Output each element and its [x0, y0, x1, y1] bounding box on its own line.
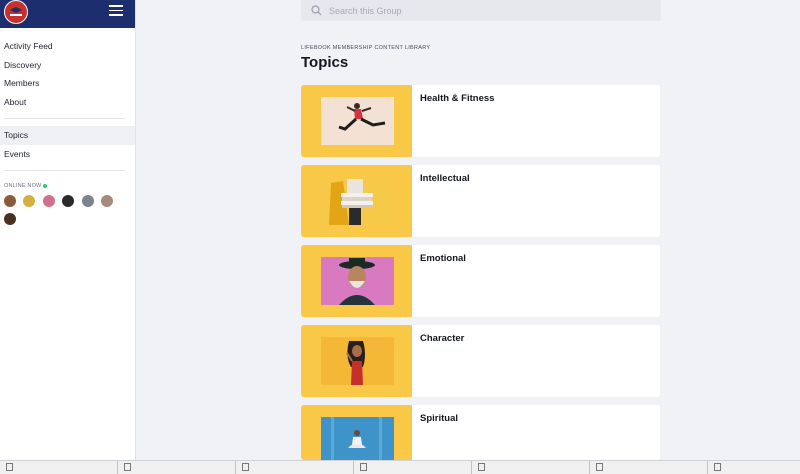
sidebar-nav-secondary: Topics Events	[0, 126, 135, 163]
taskbar-item[interactable]	[472, 461, 590, 474]
taskbar-item[interactable]	[354, 461, 472, 474]
topic-card-intellectual[interactable]: Intellectual	[301, 165, 660, 237]
sidebar-divider	[4, 118, 125, 119]
topic-title: Character	[420, 333, 465, 344]
topic-title: Emotional	[420, 253, 466, 264]
sidebar-item-activity-feed[interactable]: Activity Feed	[0, 37, 135, 56]
document-icon	[478, 462, 485, 471]
online-now-text: ONLINE NOW	[4, 183, 42, 189]
search-icon	[311, 5, 322, 16]
topic-card-emotional[interactable]: Emotional	[301, 245, 660, 317]
avatar[interactable]	[4, 195, 16, 207]
taskbar-item[interactable]	[118, 461, 236, 474]
sidebar-nav-primary: Activity Feed Discovery Members About	[0, 37, 135, 111]
taskbar-item[interactable]	[590, 461, 708, 474]
document-icon	[596, 462, 603, 471]
document-icon	[714, 462, 721, 471]
sidebar-item-discovery[interactable]: Discovery	[0, 56, 135, 75]
sidebar-item-events[interactable]: Events	[0, 145, 135, 164]
document-icon	[6, 462, 13, 471]
sidebar-item-topics[interactable]: Topics	[0, 126, 135, 145]
taskbar-item[interactable]	[236, 461, 354, 474]
avatar[interactable]	[4, 213, 16, 225]
document-icon	[360, 462, 367, 471]
topic-card-spiritual[interactable]: Spiritual	[301, 405, 660, 460]
topic-thumbnail	[301, 85, 412, 157]
topic-photo-spiritual	[321, 417, 394, 460]
topic-photo-intellectual	[321, 177, 394, 225]
avatar[interactable]	[62, 195, 75, 207]
topic-thumbnail	[301, 405, 412, 460]
topic-photo-emotional	[321, 257, 394, 305]
topic-card-character[interactable]: Character	[301, 325, 660, 397]
browser-taskbar	[0, 460, 800, 474]
library-eyebrow: LIFEBOOK MEMBERSHIP CONTENT LIBRARY	[301, 45, 431, 51]
sidebar-header	[0, 0, 135, 28]
page-title: Topics	[301, 54, 349, 71]
group-logo[interactable]	[4, 0, 28, 24]
topic-thumbnail	[301, 165, 412, 237]
hamburger-menu-icon[interactable]	[109, 5, 123, 19]
topic-title: Health & Fitness	[420, 93, 495, 104]
sidebar-divider	[4, 170, 125, 171]
avatar[interactable]	[42, 195, 55, 207]
search-bar	[301, 0, 661, 21]
online-indicator-icon	[43, 183, 48, 188]
topic-thumbnail	[301, 325, 412, 397]
online-avatars	[0, 195, 135, 225]
topic-title: Spiritual	[420, 413, 459, 424]
avatar[interactable]	[81, 195, 94, 207]
sidebar: Activity Feed Discovery Members About To…	[0, 0, 136, 460]
topic-card-health-fitness[interactable]: Health & Fitness	[301, 85, 660, 157]
topic-photo-health-fitness	[321, 97, 394, 145]
sidebar-item-about[interactable]: About	[0, 93, 135, 112]
taskbar-item[interactable]	[0, 461, 118, 474]
sidebar-item-members[interactable]: Members	[0, 74, 135, 93]
avatar[interactable]	[101, 195, 114, 207]
topic-thumbnail	[301, 245, 412, 317]
topic-photo-character	[321, 337, 394, 385]
document-icon	[124, 462, 131, 471]
taskbar-item[interactable]	[708, 461, 800, 474]
topic-title: Intellectual	[420, 173, 470, 184]
online-now-label: ONLINE NOW	[0, 183, 135, 189]
avatar[interactable]	[23, 195, 36, 207]
main-content: LIFEBOOK MEMBERSHIP CONTENT LIBRARY Topi…	[136, 0, 800, 460]
search-input[interactable]	[329, 0, 629, 21]
document-icon	[242, 462, 249, 471]
